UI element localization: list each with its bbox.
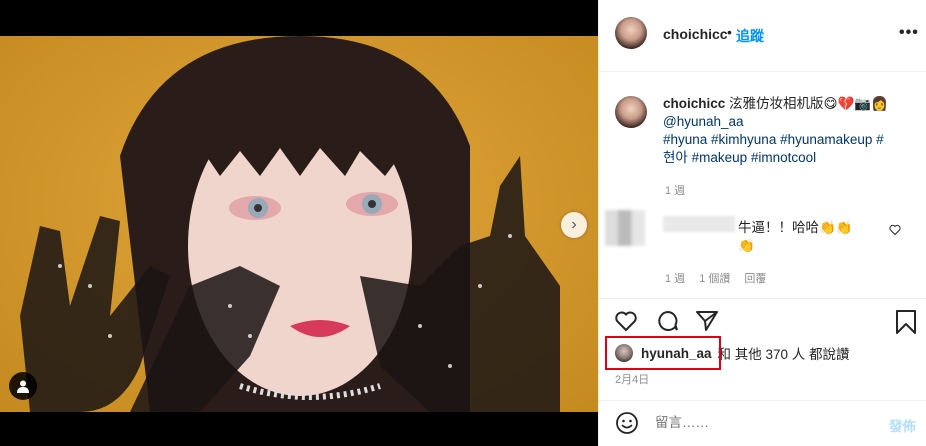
comment-input[interactable] (655, 415, 855, 430)
comment-time[interactable]: 1 週 (665, 270, 685, 286)
media-pane: › (0, 0, 598, 446)
more-options-icon[interactable]: ••• (899, 24, 919, 42)
follow-button[interactable]: 追蹤 (736, 26, 764, 46)
comment-body-2: 👏 (738, 238, 755, 253)
user-icon (17, 380, 29, 393)
post-photo[interactable] (0, 36, 598, 412)
caption-text: choichicc 泫雅仿妆相机版😋💔📷👩 @hyunah_aa #hyuna … (663, 95, 913, 167)
caption-hashtags-1[interactable]: #hyuna #kimhyuna #hyunamakeup # (663, 132, 884, 147)
caption-body: 泫雅仿妆相机版😋💔📷👩 (729, 96, 889, 111)
add-comment-bar: 發佈 (599, 400, 926, 446)
comment-body: 牛逼！！哈哈👏👏 (738, 220, 853, 235)
comment-reply-button[interactable]: 回覆 (744, 270, 766, 286)
post-side-panel: choichicc • 追蹤 ••• choichicc 泫雅仿妆相机版😋💔📷👩… (598, 0, 926, 446)
likes-rest-text[interactable]: 和 其他 370 人 都說讚 (718, 343, 850, 363)
caption-mention[interactable]: @hyunah_aa (663, 114, 744, 129)
share-send-icon[interactable] (695, 309, 719, 333)
save-bookmark-icon[interactable] (895, 309, 917, 335)
next-slide-button[interactable]: › (561, 212, 587, 238)
comment-meta: 1 週 1 個讚 回覆 (665, 270, 766, 286)
owner-username[interactable]: choichicc (663, 26, 728, 42)
post-date[interactable]: 2月4日 (615, 371, 649, 387)
comment-likes[interactable]: 1 個讚 (699, 270, 730, 286)
chevron-right-icon: › (571, 216, 577, 233)
post-comment-button[interactable]: 發佈 (889, 415, 916, 435)
post-header: choichicc • 追蹤 ••• (599, 0, 926, 72)
caption-avatar[interactable] (615, 96, 647, 128)
comment-like-heart-icon[interactable] (889, 224, 901, 236)
comment-bubble-icon[interactable] (655, 309, 681, 333)
highlight-box (605, 336, 721, 370)
action-bar (599, 298, 926, 338)
like-heart-icon[interactable] (613, 309, 639, 333)
commenter-username-blurred[interactable] (663, 216, 735, 232)
photo-illustration (20, 36, 560, 412)
separator-dot: • (727, 24, 732, 40)
caption-username[interactable]: choichicc (663, 96, 725, 111)
owner-avatar[interactable] (615, 17, 647, 49)
comment-text: 牛逼！！哈哈👏👏 👏 (738, 219, 878, 255)
caption-hashtags-2[interactable]: 현아 #makeup #imnotcool (663, 150, 816, 165)
commenter-avatar-blurred[interactable] (605, 210, 645, 246)
tagged-user-button[interactable] (9, 372, 37, 400)
caption-time[interactable]: 1 週 (665, 182, 685, 198)
emoji-icon[interactable] (615, 411, 639, 435)
